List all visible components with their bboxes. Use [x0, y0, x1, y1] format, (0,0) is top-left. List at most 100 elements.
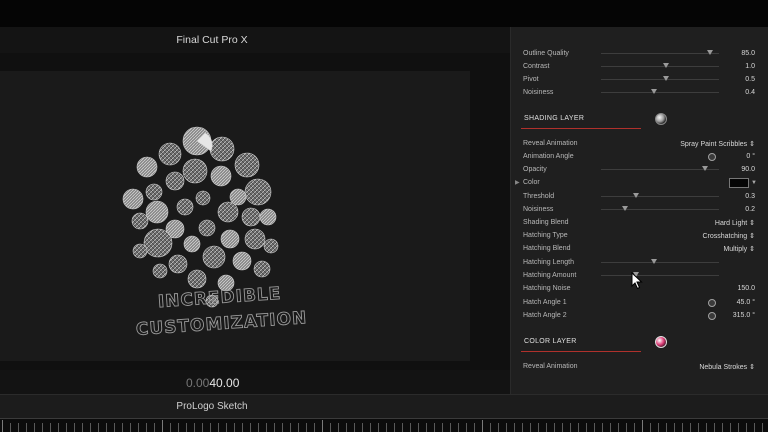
param-threshold: Threshold 0.3 — [511, 193, 768, 206]
hatching-amount-slider[interactable] — [601, 272, 719, 277]
param-hatching-blend: Hatching Blend Multiply ⇕ — [511, 245, 768, 258]
param-value[interactable]: 150.0 — [737, 285, 755, 292]
color-well[interactable] — [729, 178, 749, 188]
param-label: Noisiness — [523, 89, 554, 96]
param-label: Hatching Noise — [523, 285, 571, 292]
slider-knob[interactable] — [662, 63, 669, 68]
logo-circle — [217, 201, 239, 223]
ruler-tick — [186, 423, 187, 432]
ruler-tick — [570, 423, 571, 432]
param-value[interactable]: 0.3 — [745, 193, 755, 200]
ruler-tick — [90, 423, 91, 432]
clip-bar[interactable]: ProLogo Sketch — [0, 394, 768, 418]
ruler-tick — [362, 423, 363, 432]
ruler-tick — [290, 423, 291, 432]
ruler-tick — [274, 423, 275, 432]
hatching-type-popup[interactable]: Crosshatching ⇕ — [702, 232, 755, 240]
param-label: Reveal Animation — [523, 140, 578, 147]
angle-dial-icon[interactable] — [708, 312, 716, 320]
slider-knob[interactable] — [706, 50, 713, 55]
color-ball-icon[interactable] — [655, 336, 667, 348]
opacity-slider[interactable] — [601, 166, 719, 171]
param-value[interactable]: 0.4 — [745, 89, 755, 96]
shading-layer-section[interactable]: SHADING LAYER — [511, 109, 768, 135]
param-value[interactable]: 85.0 — [741, 50, 755, 57]
logo-circle — [241, 207, 261, 227]
ruler-tick — [682, 423, 683, 432]
param-label: Reveal Animation — [523, 363, 578, 370]
contrast-slider[interactable] — [601, 63, 719, 68]
ruler-tick — [594, 423, 595, 432]
ruler-tick — [426, 423, 427, 432]
logo-circle — [210, 165, 232, 187]
param-label: Noisiness — [523, 206, 554, 213]
shading-ball-icon[interactable] — [655, 113, 667, 125]
param-value[interactable]: 315.0 ° — [733, 312, 755, 319]
noisiness-slider[interactable] — [601, 206, 719, 211]
ruler-tick — [82, 423, 83, 432]
ruler-tick — [258, 423, 259, 432]
timeline-ruler[interactable] — [0, 418, 768, 432]
param-label: Hatch Angle 1 — [523, 299, 567, 306]
viewer-canvas[interactable]: INCREDIBLE CUSTOMIZATION — [0, 71, 470, 361]
logo-circle — [158, 142, 182, 166]
angle-dial-icon[interactable] — [708, 299, 716, 307]
reveal-animation-popup[interactable]: Nebula Strokes ⇕ — [699, 363, 755, 371]
slider-knob[interactable] — [651, 259, 658, 264]
slider-knob[interactable] — [621, 206, 628, 211]
logo-circle — [145, 200, 169, 224]
param-value[interactable]: 90.0 — [741, 166, 755, 173]
ruler-tick — [754, 423, 755, 432]
ruler-tick — [530, 423, 531, 432]
param-label: Hatch Angle 2 — [523, 312, 567, 319]
ruler-tick — [18, 423, 19, 432]
logo-circle — [132, 243, 148, 259]
threshold-slider[interactable] — [601, 193, 719, 198]
color-layer-section[interactable]: COLOR LAYER — [511, 332, 768, 358]
logo-circle — [209, 136, 235, 162]
chevron-down-icon[interactable]: ▼ — [751, 180, 757, 186]
hatching-length-slider[interactable] — [601, 259, 719, 264]
slider-knob[interactable] — [651, 89, 658, 94]
ruler-tick — [546, 423, 547, 432]
outline-quality-slider[interactable] — [601, 50, 719, 55]
pivot-slider[interactable] — [601, 76, 719, 81]
ruler-tick — [314, 423, 315, 432]
param-color-reveal-animation: Reveal Animation Nebula Strokes ⇕ — [511, 363, 768, 376]
ruler-tick — [146, 423, 147, 432]
logo-circle — [195, 190, 211, 206]
angle-dial-icon[interactable] — [708, 153, 716, 161]
logo-circle — [198, 219, 216, 237]
param-value[interactable]: 45.0 ° — [737, 299, 755, 306]
timecode-display[interactable]: 0.0040.00 — [186, 376, 239, 390]
ruler-tick — [666, 423, 667, 432]
ruler-tick — [122, 423, 123, 432]
slider-knob[interactable] — [662, 76, 669, 81]
slider-knob[interactable] — [633, 193, 640, 198]
param-value[interactable]: 0.5 — [745, 76, 755, 83]
ruler-tick — [242, 423, 243, 432]
param-value[interactable]: 1.0 — [745, 63, 755, 70]
ruler-tick — [10, 423, 11, 432]
shading-blend-popup[interactable]: Hard Light ⇕ — [715, 219, 755, 227]
noisiness-slider[interactable] — [601, 89, 719, 94]
param-value[interactable]: 0 ° — [746, 153, 755, 160]
reveal-animation-popup[interactable]: Spray Paint Scribbles ⇕ — [680, 140, 755, 148]
ruler-tick — [514, 423, 515, 432]
ruler-tick — [234, 423, 235, 432]
param-label: Hatching Blend — [523, 245, 571, 252]
param-hatching-length: Hatching Length — [511, 259, 768, 272]
ruler-tick — [498, 423, 499, 432]
param-value[interactable]: 0.2 — [745, 206, 755, 213]
ruler-tick — [482, 420, 483, 432]
param-label: Color — [523, 179, 540, 186]
hatching-blend-popup[interactable]: Multiply ⇕ — [723, 245, 755, 253]
ruler-tick — [714, 423, 715, 432]
clip-name: ProLogo Sketch — [176, 401, 248, 412]
ruler-tick — [506, 423, 507, 432]
ruler-tick — [402, 423, 403, 432]
disclosure-triangle-icon[interactable]: ▶ — [515, 179, 520, 186]
ruler-tick — [26, 423, 27, 432]
ruler-tick — [130, 423, 131, 432]
slider-knob[interactable] — [701, 166, 708, 171]
